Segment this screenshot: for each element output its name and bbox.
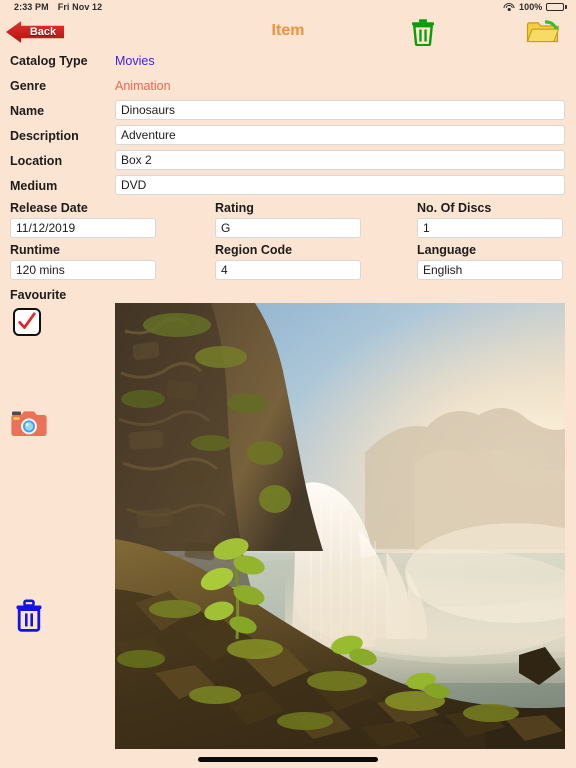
runtime-input[interactable] bbox=[10, 260, 156, 280]
field-row-location: Location bbox=[0, 148, 576, 173]
genre-value-link[interactable]: Animation bbox=[115, 73, 171, 98]
field-group-release-date: Release Date bbox=[10, 200, 156, 238]
field-row-description: Description bbox=[0, 123, 576, 148]
release-date-label: Release Date bbox=[10, 201, 88, 215]
battery-percent-label: 100% bbox=[518, 2, 543, 12]
favourite-checkbox[interactable] bbox=[13, 308, 41, 336]
item-form: Catalog Type Movies Genre Animation Name… bbox=[0, 48, 576, 198]
home-indicator[interactable] bbox=[198, 757, 378, 762]
nav-bar: Item Back bbox=[0, 14, 576, 48]
delete-photo-button[interactable] bbox=[14, 598, 44, 634]
location-label: Location bbox=[10, 153, 63, 168]
checkmark-icon bbox=[18, 312, 36, 329]
status-bar-date: Fri Nov 12 bbox=[57, 2, 103, 12]
add-photo-button[interactable] bbox=[10, 408, 48, 440]
name-input[interactable] bbox=[115, 100, 565, 120]
delete-item-button[interactable] bbox=[408, 18, 438, 46]
medium-label: Medium bbox=[10, 178, 58, 193]
release-date-input[interactable] bbox=[10, 218, 156, 238]
field-group-rating: Rating bbox=[215, 200, 361, 238]
trash-icon bbox=[16, 599, 42, 632]
app-root: 2:33 PM Fri Nov 12 100% Item Back Catalo… bbox=[0, 0, 576, 768]
rating-label: Rating bbox=[215, 201, 254, 215]
description-label: Description bbox=[10, 128, 79, 143]
language-input[interactable] bbox=[417, 260, 563, 280]
waterfall-photo bbox=[115, 303, 565, 749]
item-photo[interactable] bbox=[115, 303, 565, 749]
status-bar-right: 100% bbox=[503, 2, 567, 12]
battery-full-icon bbox=[546, 2, 567, 12]
region-code-label: Region Code bbox=[215, 243, 293, 257]
page-title: Item bbox=[271, 22, 305, 39]
status-bar-time: 2:33 PM bbox=[14, 2, 49, 12]
field-row-genre: Genre Animation bbox=[0, 73, 576, 98]
name-label: Name bbox=[10, 103, 45, 118]
open-folder-button[interactable] bbox=[526, 18, 560, 46]
field-group-language: Language bbox=[417, 242, 563, 280]
favourite-label: Favourite bbox=[10, 288, 67, 302]
status-bar: 2:33 PM Fri Nov 12 100% bbox=[0, 0, 576, 14]
wifi-icon bbox=[503, 2, 515, 12]
field-group-no-of-discs: No. Of Discs bbox=[417, 200, 563, 238]
rating-input[interactable] bbox=[215, 218, 361, 238]
no-of-discs-input[interactable] bbox=[417, 218, 563, 238]
field-row-name: Name bbox=[0, 98, 576, 123]
back-button-label: Back bbox=[29, 26, 57, 38]
region-code-input[interactable] bbox=[215, 260, 361, 280]
catalog-type-label: Catalog Type bbox=[10, 53, 88, 68]
catalog-type-value-link[interactable]: Movies bbox=[115, 48, 155, 73]
description-input[interactable] bbox=[115, 125, 565, 145]
field-group-region-code: Region Code bbox=[215, 242, 361, 280]
field-row-medium: Medium bbox=[0, 173, 576, 198]
genre-label: Genre bbox=[10, 78, 47, 93]
field-row-catalog-type: Catalog Type Movies bbox=[0, 48, 576, 73]
field-group-runtime: Runtime bbox=[10, 242, 156, 280]
language-label: Language bbox=[417, 243, 477, 257]
folder-open-icon bbox=[526, 20, 560, 43]
runtime-label: Runtime bbox=[10, 243, 60, 257]
no-of-discs-label: No. Of Discs bbox=[417, 201, 492, 215]
medium-input[interactable] bbox=[115, 175, 565, 195]
back-button[interactable]: Back bbox=[6, 19, 64, 45]
location-input[interactable] bbox=[115, 150, 565, 170]
trash-icon bbox=[412, 19, 434, 46]
camera-icon bbox=[11, 411, 47, 436]
